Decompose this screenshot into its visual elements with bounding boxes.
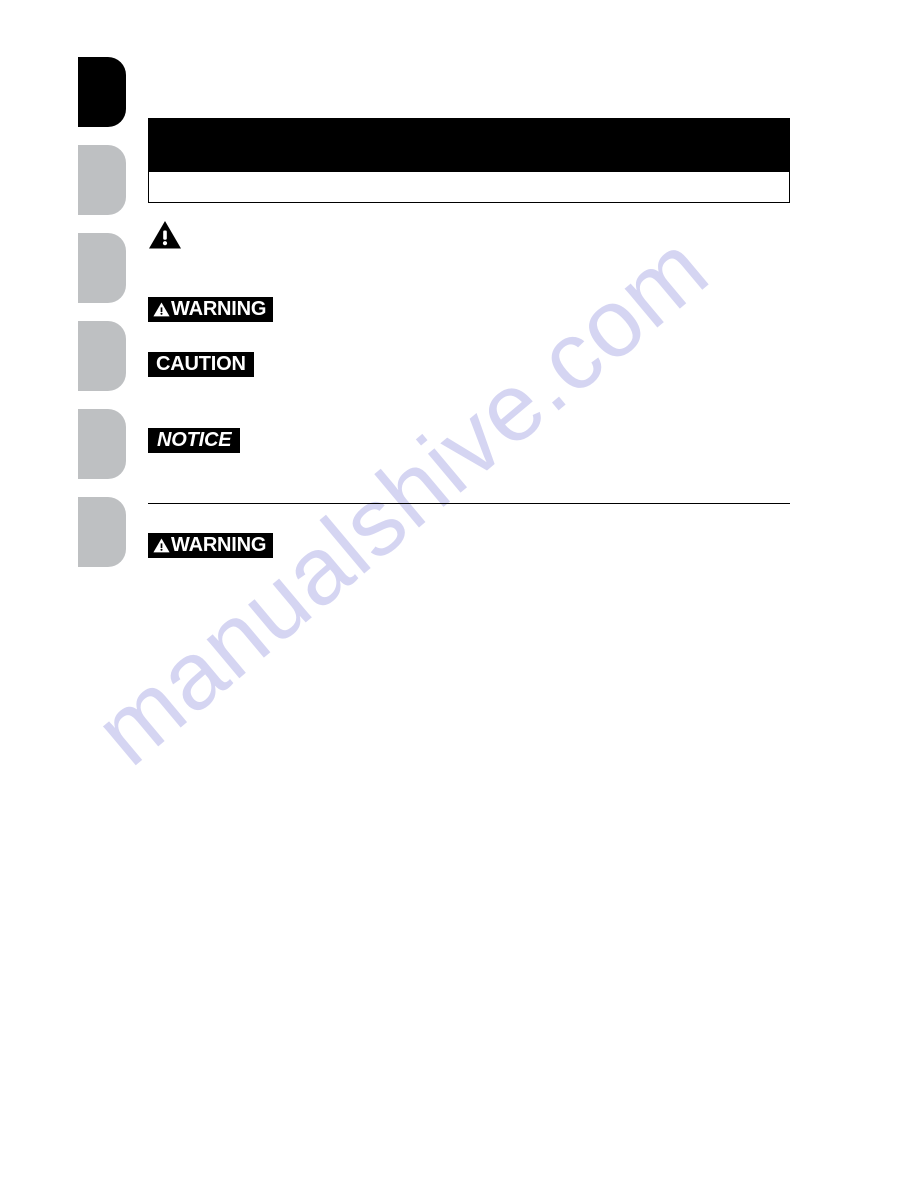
caution-badge: CAUTION — [148, 352, 254, 377]
safety-alert-triangle-icon — [148, 220, 182, 250]
warning-triangle-icon — [153, 302, 170, 317]
content-column: WARNING CAUTION NOTICE WARNING — [148, 0, 790, 1188]
warning-badge-2: WARNING — [148, 533, 274, 558]
section-tab-rail — [78, 57, 126, 567]
notice-badge: NOTICE — [148, 428, 241, 453]
section-tab-6[interactable] — [78, 497, 126, 567]
warning-triangle-icon — [153, 538, 170, 553]
warning-badge-1: WARNING — [148, 297, 274, 322]
section-tab-1[interactable] — [78, 57, 126, 127]
warning-badge-2-label: WARNING — [171, 534, 267, 556]
section-tab-5[interactable] — [78, 409, 126, 479]
section-tab-4[interactable] — [78, 321, 126, 391]
warning-badge-1-label: WARNING — [171, 298, 267, 320]
section-tab-2[interactable] — [78, 145, 126, 215]
section-divider — [148, 503, 790, 504]
document-page: manualshive.com WARNING CAUTION NOTICE W… — [0, 0, 918, 1188]
caution-badge-label: CAUTION — [156, 353, 246, 375]
notice-badge-label: NOTICE — [157, 429, 232, 451]
chapter-title-bar — [148, 118, 790, 172]
chapter-subtitle-box — [148, 172, 790, 203]
section-tab-3[interactable] — [78, 233, 126, 303]
